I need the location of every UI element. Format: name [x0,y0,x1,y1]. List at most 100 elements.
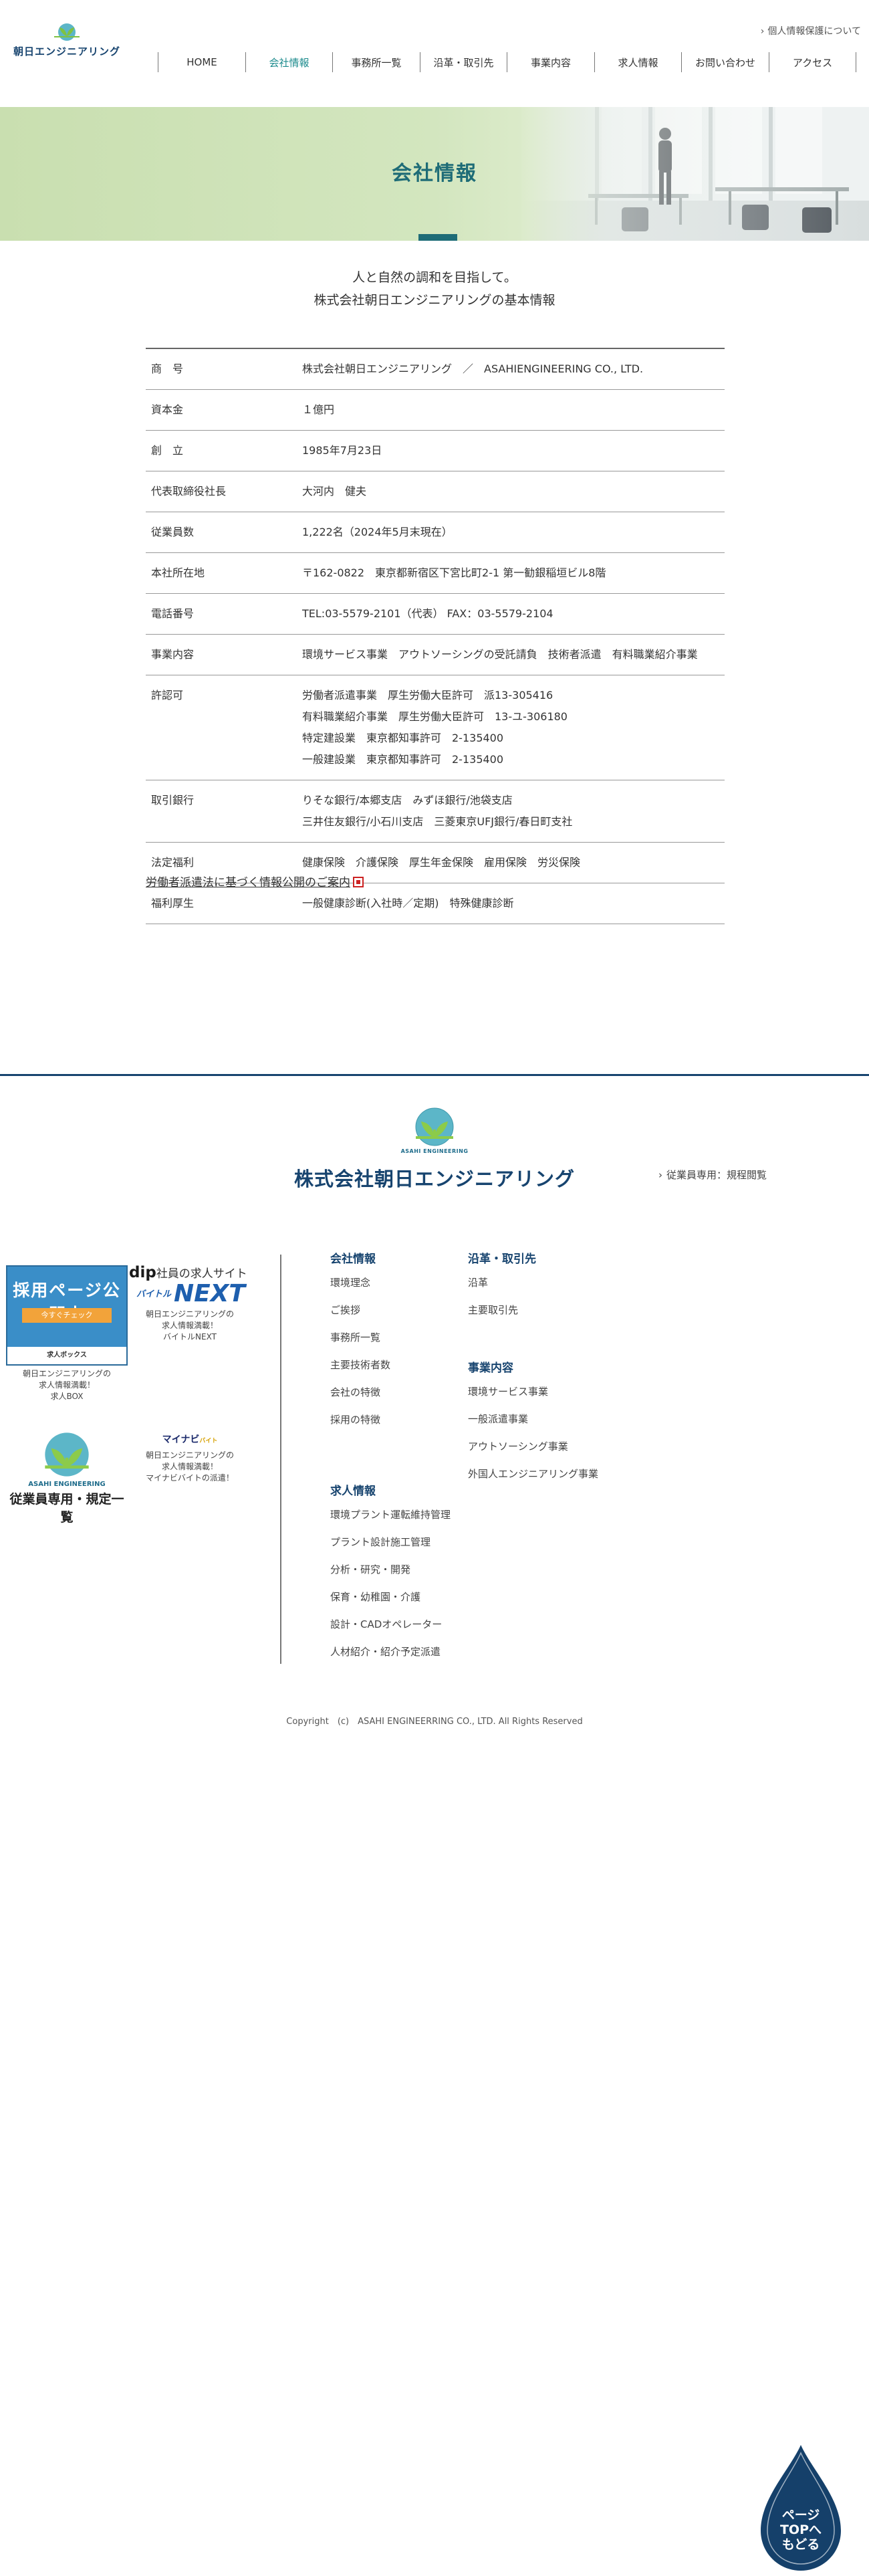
row-value: 〒162-0822 東京都新宿区下宮比町2-1 第一勧銀稲垣ビル8階 [302,552,725,594]
footer-link[interactable]: アウトソーシング事業 [468,1433,598,1461]
footer-heading[interactable]: 沿革・取引先 [468,1249,536,1269]
footer-link[interactable]: 環境理念 [330,1269,390,1297]
row-value: 労働者派遣事業 厚生労働大臣許可 派13-305416 有料職業紹介事業 厚生労… [302,675,725,780]
employee-rules-link[interactable]: › 従業員専用：規程閲覧 [658,1168,767,1182]
footer-column-divider [280,1255,281,1664]
site-header: 朝日エンジニアリング › 個人情報保護について HOME 会社情報 事務所一覧 沿… [0,0,869,107]
footer-link[interactable]: 主要技術者数 [330,1352,390,1379]
footer-link[interactable]: 一般派遣事業 [468,1406,598,1433]
license-line: 労働者派遣事業 厚生労働大臣許可 派13-305416 [302,689,553,702]
dispatch-link-label: 労働者派遣法に基づく情報公開のご案内 [146,876,350,889]
nav-contact[interactable]: お問い合わせ [682,52,769,72]
title-accent-bar [418,234,457,241]
row-label: 電話番号 [146,593,302,635]
privacy-policy-link[interactable]: › 個人情報保護について [761,24,861,37]
caption-line: 朝日エンジニアリングの [145,1309,234,1319]
row-value: 1,222名（2024年5月末現在） [302,512,725,553]
caption-line: 求人情報満載！ [38,1380,95,1390]
row-value: 一般健康診断(入社時／定期) 特殊健康診断 [302,883,725,924]
employee-link-label: 従業員専用：規程閲覧 [666,1169,767,1181]
row-label: 資本金 [146,389,302,431]
footer-link[interactable]: 環境サービス事業 [468,1378,598,1406]
leaf-emblem-icon [54,23,80,41]
footer-link[interactable]: 採用の特徴 [330,1406,390,1434]
footer-heading[interactable]: 求人情報 [330,1481,451,1501]
row-value: 株式会社朝日エンジニアリング ／ ASAHIENGINEERING CO., L… [302,348,725,390]
nav-history[interactable]: 沿革・取引先 [420,52,507,72]
row-label: 取引銀行 [146,780,302,843]
pdf-icon [353,877,364,887]
footer-heading[interactable]: 会社情報 [330,1249,390,1269]
leaf-emblem-icon [45,1432,89,1477]
nav-access[interactable]: アクセス [769,52,856,72]
nav-business[interactable]: 事業内容 [507,52,595,72]
row-value: １億円 [302,389,725,431]
footer-link[interactable]: 人材紹介・紹介予定派遣 [330,1638,451,1666]
row-label: 許認可 [146,675,302,780]
row-label: 創 立 [146,430,302,471]
footer-logo[interactable]: ASAHI ENGINEERING [0,1107,869,1154]
table-row: 従業員数 1,222名（2024年5月末現在） [146,512,725,553]
footer-link[interactable]: 設計・CADオペレーター [330,1611,451,1638]
footer-link[interactable]: 沿革 [468,1269,536,1297]
banner-cta: 今すぐチェック [22,1308,112,1323]
dip-brand: dip [129,1264,156,1281]
nav-company[interactable]: 会社情報 [246,52,333,72]
rules-banner-text: 従業員専用・規定一覧 [9,1492,124,1525]
footer-link[interactable]: 主要取引先 [468,1297,536,1324]
license-line: 特定建設業 東京都知事許可 2-135400 [302,732,504,744]
caption-line: バイトルNEXT [163,1332,217,1341]
nav-label: 会社情報 [269,56,309,69]
chevron-right-icon: › [760,26,765,37]
nav-home[interactable]: HOME [158,52,246,72]
dispatch-info-link[interactable]: 労働者派遣法に基づく情報公開のご案内 [146,873,364,889]
caption-line: マイナビバイトの派遣！ [146,1473,234,1483]
footer-link[interactable]: 保育・幼稚園・介護 [330,1584,451,1611]
row-value: りそな銀行/本郷支店 みずほ銀行/池袋支店 三井住友銀行/小石川支店 三菱東京U… [302,780,725,843]
footer-link[interactable]: 会社の特徴 [330,1379,390,1406]
row-label: 従業員数 [146,512,302,553]
hero-banner: 会社情報 [0,107,869,241]
next-text: NEXT [173,1280,245,1307]
next-prefix: バイトル [136,1289,171,1299]
footer-link[interactable]: 事務所一覧 [330,1324,390,1352]
dip-text: 社員の求人サイト [156,1267,247,1281]
footer-link[interactable]: プラント設計施工管理 [330,1529,451,1556]
global-nav: HOME 会社情報 事務所一覧 沿革・取引先 事業内容 求人情報 お問い合わせ … [158,52,856,72]
site-logo[interactable]: 朝日エンジニアリング [7,21,127,58]
banner-caption: 朝日エンジニアリングの 求人情報満載！ マイナビバイトの派遣！ [129,1450,251,1484]
nav-label: 事務所一覧 [351,56,402,69]
page-title: 会社情報 [392,162,477,185]
employee-rules-banner[interactable]: ASAHI ENGINEERING 従業員専用・規定一覧 [6,1431,128,1525]
banner-caption: 朝日エンジニアリングの 求人情報満載！ 求人BOX [6,1368,128,1402]
table-row: 商 号 株式会社朝日エンジニアリング ／ ASAHIENGINEERING CO… [146,348,725,390]
license-line: 一般建設業 東京都知事許可 2-135400 [302,753,504,766]
row-label: 本社所在地 [146,552,302,594]
recruit-box-banner[interactable]: 採用ページ公開中 今すぐチェック 求人ボックス [6,1265,128,1366]
table-row: 本社所在地 〒162-0822 東京都新宿区下宮比町2-1 第一勧銀稲垣ビル8階 [146,552,725,594]
table-row: 電話番号 TEL:03-5579-2101（代表） FAX：03-5579-21… [146,593,725,635]
company-info-table: 商 号 株式会社朝日エンジニアリング ／ ASAHIENGINEERING CO… [146,348,725,924]
nav-label: アクセス [792,56,833,69]
chevron-right-icon: › [658,1169,662,1181]
privacy-link-label: 個人情報保護について [767,26,861,37]
caption-line: 求人BOX [50,1392,84,1401]
logo-text: 朝日エンジニアリング [13,45,120,58]
intro-text: 人と自然の調和を目指して。 株式会社朝日エンジニアリングの基本情報 [0,266,869,312]
caption-line: 求人情報満載！ [161,1321,218,1330]
mynavi-logo: マイナビバイト [129,1432,251,1446]
baitoru-next-banner[interactable]: dip社員の求人サイト バイトル NEXT [129,1264,251,1307]
footer-link[interactable]: ご挨拶 [330,1297,390,1324]
nav-offices[interactable]: 事務所一覧 [333,52,420,72]
footer-nav-company: 会社情報 環境理念 ご挨拶 事務所一覧 主要技術者数 会社の特徴 採用の特徴 [330,1249,390,1434]
footer-heading[interactable]: 事業内容 [468,1358,598,1378]
nav-recruit[interactable]: 求人情報 [595,52,682,72]
bank-line: 三井住友銀行/小石川支店 三菱東京UFJ銀行/春日町支社 [302,815,573,828]
footer-link[interactable]: 分析・研究・開発 [330,1556,451,1584]
footer-nav-history: 沿革・取引先 沿革 主要取引先 [468,1249,536,1324]
footer-link[interactable]: 環境プラント運転維持管理 [330,1501,451,1529]
nav-label: 求人情報 [618,56,658,69]
page-top-button[interactable]: ページ TOPへ もどる [758,2442,844,2573]
footer-link[interactable]: 外国人エンジニアリング事業 [468,1461,598,1488]
mynavi-banner[interactable]: マイナビバイト [129,1432,251,1446]
